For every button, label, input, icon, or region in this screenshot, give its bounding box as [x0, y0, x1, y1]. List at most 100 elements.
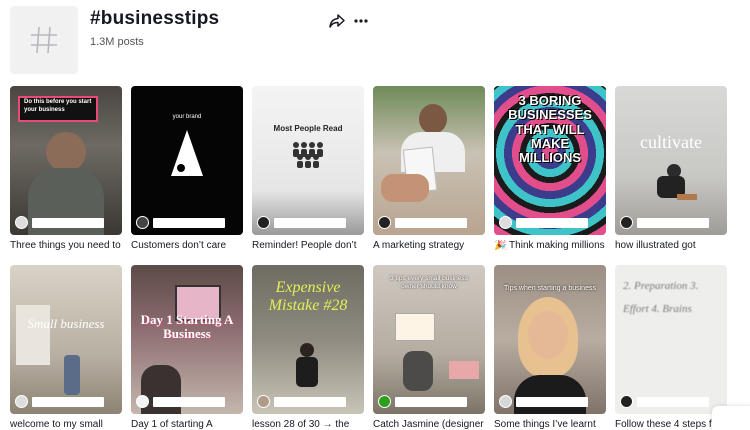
video-card[interactable]: Most People Read Reminder! People don’t: [252, 86, 364, 251]
video-caption: lesson 28 of 30 → the: [252, 419, 350, 430]
author-avatar[interactable]: [378, 216, 391, 229]
video-card[interactable]: Day 1 Starting A Business Day 1 of start…: [131, 265, 243, 430]
box-graphic: [677, 194, 697, 200]
video-thumbnail[interactable]: cultivate: [615, 86, 727, 235]
person-body: [64, 355, 80, 395]
video-card[interactable]: cultivate how illustrated got: [615, 86, 727, 251]
author-name-redacted: [637, 217, 709, 228]
overlay-text: cultivate: [640, 132, 702, 152]
author-avatar[interactable]: [499, 395, 512, 408]
author-row: [257, 216, 346, 229]
author-avatar[interactable]: [257, 395, 270, 408]
video-thumbnail[interactable]: 3 BORING BUSINESSES THAT WILL MAKE MILLI…: [494, 86, 606, 235]
desk-item: [449, 361, 479, 379]
author-name-redacted: [153, 396, 225, 407]
video-thumbnail[interactable]: Small business: [10, 265, 122, 414]
author-row: [15, 216, 104, 229]
video-card[interactable]: A marketing strategy: [373, 86, 485, 251]
overlay-text: 3 BORING BUSINESSES THAT WILL MAKE MILLI…: [508, 93, 592, 166]
video-card[interactable]: your brand Customers don’t care: [131, 86, 243, 251]
author-row: [620, 216, 709, 229]
hashtag-avatar: [10, 6, 78, 74]
video-card[interactable]: Tips when starting a business Some thing…: [494, 265, 606, 430]
author-name-redacted: [516, 217, 588, 228]
author-avatar[interactable]: [257, 216, 270, 229]
video-thumbnail[interactable]: Expensive Mistake #28: [252, 265, 364, 414]
overlay-text: Day 1 Starting A Business: [140, 312, 234, 342]
author-row: [136, 395, 225, 408]
overlay-text: Do this before you start your business: [24, 99, 92, 113]
video-thumbnail[interactable]: your brand: [131, 86, 243, 235]
hand-graphic: [381, 174, 429, 202]
author-row: [378, 395, 467, 408]
video-caption: 🎉 Think making millions: [494, 240, 605, 251]
overlay-text: Small business: [27, 316, 105, 331]
author-avatar[interactable]: [620, 216, 633, 229]
video-card[interactable]: 2. Preparation 3. Effort 4. Brains Follo…: [615, 265, 727, 430]
video-thumbnail[interactable]: 2. Preparation 3. Effort 4. Brains: [615, 265, 727, 414]
author-name-redacted: [32, 396, 104, 407]
post-count: 1.3M posts: [90, 36, 144, 48]
person-body: [403, 351, 433, 391]
overlay-text: Tips when starting a business: [504, 285, 596, 292]
video-caption: Reminder! People don’t: [252, 240, 357, 251]
video-card[interactable]: Expensive Mistake #28 lesson 28 of 30 → …: [252, 265, 364, 430]
video-card[interactable]: Small business welcome to my small: [10, 265, 122, 430]
author-avatar[interactable]: [15, 395, 28, 408]
shelf-graphic: [395, 313, 435, 341]
video-thumbnail[interactable]: [373, 86, 485, 235]
video-caption: welcome to my small: [10, 419, 103, 430]
video-caption: Three things you need to: [10, 240, 121, 251]
overlay-text: Most People Read: [273, 124, 343, 133]
more-dots-icon[interactable]: [352, 12, 370, 30]
video-thumbnail[interactable]: 3 tips every small business owner should…: [373, 265, 485, 414]
author-avatar[interactable]: [499, 216, 512, 229]
author-row: [136, 216, 225, 229]
author-avatar[interactable]: [136, 395, 149, 408]
author-name-redacted: [516, 396, 588, 407]
author-name-redacted: [153, 217, 225, 228]
author-row: [620, 395, 709, 408]
video-thumbnail[interactable]: Do this before you start your business: [10, 86, 122, 235]
author-row: [378, 216, 467, 229]
overlay-text: 3 tips every small business owner should…: [390, 275, 468, 291]
triangle-graphic: [171, 130, 203, 176]
window-graphic: [16, 305, 50, 365]
video-caption: A marketing strategy: [373, 240, 465, 251]
video-thumbnail[interactable]: Day 1 Starting A Business: [131, 265, 243, 414]
video-thumbnail[interactable]: Most People Read: [252, 86, 364, 235]
author-name-redacted: [274, 217, 346, 228]
video-card[interactable]: 3 BORING BUSINESSES THAT WILL MAKE MILLI…: [494, 86, 606, 251]
person-head: [46, 132, 86, 172]
video-caption: how illustrated got: [615, 240, 696, 251]
author-name-redacted: [637, 396, 709, 407]
author-avatar[interactable]: [15, 216, 28, 229]
overlay-text: your brand: [172, 114, 202, 120]
author-name-redacted: [395, 217, 467, 228]
video-caption: Catch Jasmine (designer: [373, 419, 484, 430]
author-name-redacted: [32, 217, 104, 228]
overlay-text: Expensive Mistake #28: [268, 279, 348, 314]
hashtag-icon: [31, 26, 57, 54]
video-thumbnail[interactable]: Tips when starting a business: [494, 265, 606, 414]
author-avatar[interactable]: [378, 395, 391, 408]
share-icon[interactable]: [328, 12, 346, 30]
video-card[interactable]: 3 tips every small business owner should…: [373, 265, 485, 430]
author-row: [15, 395, 104, 408]
person-body: [296, 357, 318, 387]
video-caption: Customers don’t care: [131, 240, 227, 251]
author-row: [499, 395, 588, 408]
author-name-redacted: [395, 396, 467, 407]
tag-header: #businesstips 1.3M posts: [10, 6, 740, 78]
video-card[interactable]: Do this before you start your business T…: [10, 86, 122, 251]
person-head: [300, 343, 314, 357]
overlay-text: 2. Preparation 3. Effort 4. Brains: [623, 280, 699, 316]
author-avatar[interactable]: [620, 395, 633, 408]
floating-panel[interactable]: [712, 406, 750, 430]
video-caption: Some things I’ve learnt: [494, 419, 596, 430]
people-icon: [293, 142, 323, 168]
page-title: #businesstips: [90, 8, 220, 29]
person-face: [528, 311, 568, 359]
author-avatar[interactable]: [136, 216, 149, 229]
author-row: [499, 216, 588, 229]
